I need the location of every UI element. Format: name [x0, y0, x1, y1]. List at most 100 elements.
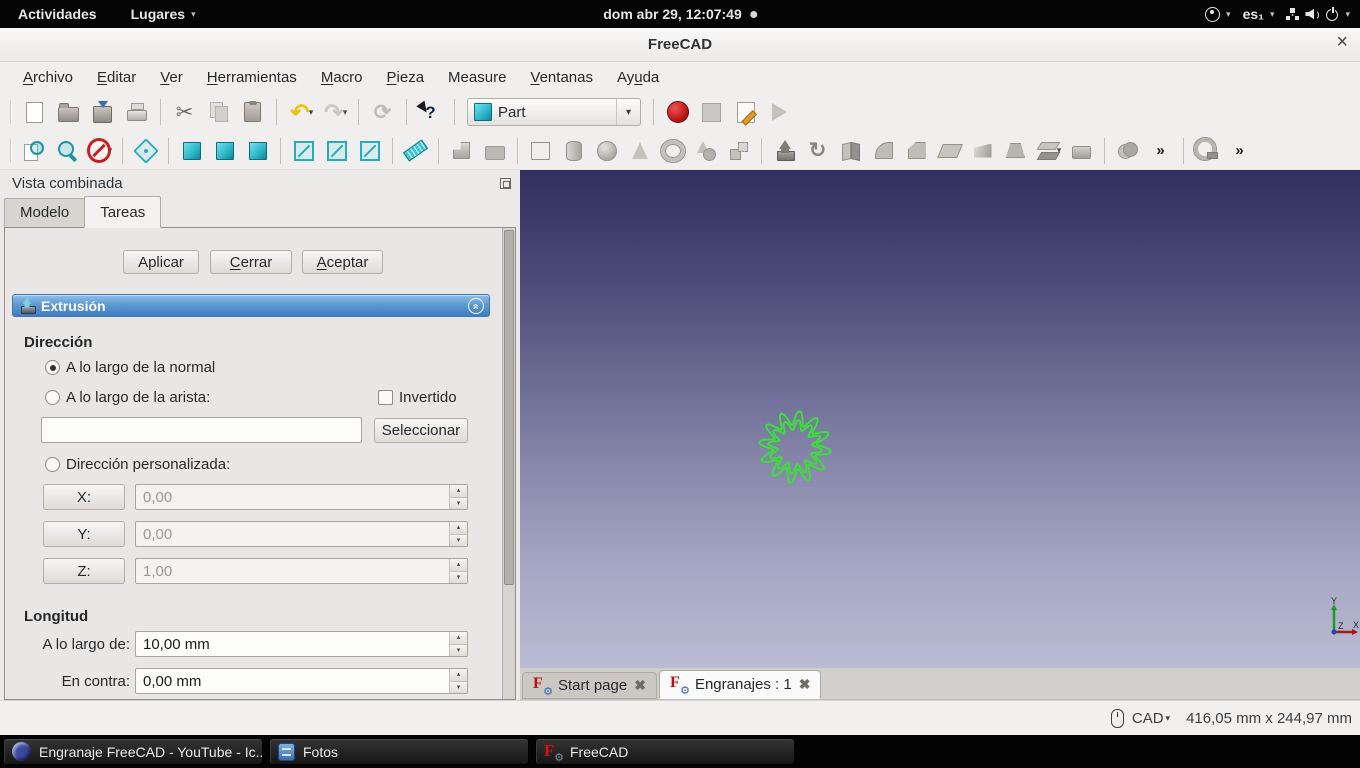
document-tab[interactable]: F ⚙ Start page ✖ — [522, 672, 657, 699]
shape-builder-button[interactable] — [723, 135, 754, 166]
part-document-button[interactable] — [446, 135, 477, 166]
taskbar-window-photos[interactable]: Fotos — [269, 738, 529, 765]
close-tab-icon[interactable]: ✖ — [799, 676, 811, 693]
part-cone-button[interactable] — [624, 135, 655, 166]
part-extrude-button[interactable] — [769, 135, 800, 166]
new-file-button[interactable] — [19, 97, 50, 128]
x-axis-button[interactable]: X: — [43, 484, 125, 510]
keyboard-layout-menu[interactable]: es₁ ▾ — [1243, 6, 1275, 22]
view-rear-button[interactable] — [288, 135, 319, 166]
scrollbar-thumb[interactable] — [504, 230, 514, 585]
draw-style-button[interactable]: ▾ — [84, 135, 115, 166]
part-thickness-button[interactable] — [1066, 135, 1097, 166]
y-spinbox[interactable]: ▴▾ — [135, 521, 468, 547]
y-spin-up-button[interactable]: ▴ — [450, 522, 467, 535]
z-value-input[interactable] — [136, 559, 449, 583]
view-bottom-button[interactable] — [321, 135, 352, 166]
copy-button[interactable] — [203, 97, 234, 128]
view-front-button[interactable] — [176, 135, 207, 166]
against-length-input[interactable] — [136, 669, 449, 693]
window-close-button[interactable]: × — [1336, 31, 1348, 54]
edge-input[interactable] — [41, 417, 362, 443]
x-value-input[interactable] — [136, 485, 449, 509]
taskbar-window-browser[interactable]: Engranaje FreeCAD - YouTube - Ic... — [3, 738, 263, 765]
z-spinbox[interactable]: ▴▾ — [135, 558, 468, 584]
select-edge-button[interactable]: Seleccionar — [374, 418, 468, 443]
part-offset-button[interactable]: ▾ — [1033, 135, 1064, 166]
zoom-box-button[interactable] — [51, 135, 82, 166]
part-fillet-button[interactable] — [868, 135, 899, 166]
part-loft-button[interactable] — [1000, 135, 1031, 166]
part-chamfer-button[interactable] — [901, 135, 932, 166]
y-value-input[interactable] — [136, 522, 449, 546]
z-spin-down-button[interactable]: ▾ — [450, 571, 467, 583]
toolbar-grip[interactable] — [10, 100, 12, 124]
clock[interactable]: dom abr 29, 12:07:49 — [603, 6, 757, 22]
workbench-selector[interactable]: Part ▾ — [467, 98, 641, 126]
view-top-button[interactable] — [209, 135, 240, 166]
fit-all-button[interactable] — [18, 135, 49, 166]
run-macro-button[interactable] — [764, 97, 795, 128]
part-make-face-button[interactable] — [934, 135, 965, 166]
collapse-section-icon[interactable]: « — [468, 298, 484, 314]
activities-button[interactable]: Actividades — [18, 6, 97, 22]
close-button[interactable]: Cerrar — [210, 250, 292, 274]
ok-button[interactable]: Aceptar — [302, 250, 383, 274]
accessibility-menu[interactable]: ▾ — [1205, 6, 1231, 22]
y-spin-down-button[interactable]: ▾ — [450, 534, 467, 546]
view-axonometric-button[interactable] — [130, 135, 161, 166]
stop-macro-button[interactable] — [696, 97, 727, 128]
along-spin-down-button[interactable]: ▾ — [450, 644, 467, 656]
close-tab-icon[interactable]: ✖ — [634, 677, 646, 694]
menu-herramientas[interactable]: Herramientas — [196, 65, 308, 90]
part-mirror-button[interactable] — [835, 135, 866, 166]
measure-tape-button[interactable] — [1191, 135, 1222, 166]
x-spin-down-button[interactable]: ▾ — [450, 497, 467, 509]
part-revolve-button[interactable]: ↻ — [802, 135, 833, 166]
tab-tareas[interactable]: Tareas — [84, 196, 162, 228]
save-file-button[interactable] — [87, 97, 118, 128]
toolbar-grip[interactable] — [10, 138, 12, 163]
x-spinbox[interactable]: ▴▾ — [135, 484, 468, 510]
part-primitives-button[interactable] — [690, 135, 721, 166]
z-spin-up-button[interactable]: ▴ — [450, 559, 467, 572]
print-button[interactable] — [121, 97, 152, 128]
inverted-checkbox[interactable] — [378, 390, 393, 405]
taskbar-window-freecad[interactable]: F ⚙ FreeCAD — [535, 738, 795, 765]
menu-macro[interactable]: Macro — [310, 65, 374, 90]
toolbar-overflow-part-button[interactable]: » — [1145, 135, 1176, 166]
along-length-spinbox[interactable]: ▴▾ — [135, 631, 468, 657]
tab-modelo[interactable]: Modelo — [4, 198, 86, 228]
3d-viewport[interactable]: Y X Z — [520, 170, 1360, 668]
gear-sketch[interactable] — [750, 402, 840, 492]
navigation-style-selector[interactable]: CAD ▾ — [1110, 708, 1170, 728]
part-cylinder-button[interactable] — [558, 135, 589, 166]
menu-ver[interactable]: Ver — [149, 65, 194, 90]
apply-button[interactable]: Aplicar — [123, 250, 199, 274]
measure-linear-button[interactable] — [400, 135, 431, 166]
document-tab[interactable]: F ⚙ Engranajes : 1 ✖ — [658, 670, 822, 699]
part-boolean-button[interactable] — [1112, 135, 1143, 166]
menu-measure[interactable]: Measure — [437, 65, 517, 90]
custom-direction-radio[interactable] — [45, 457, 60, 472]
menu-pieza[interactable]: Pieza — [376, 65, 436, 90]
float-panel-icon[interactable] — [500, 178, 511, 189]
part-torus-button[interactable] — [657, 135, 688, 166]
against-length-spinbox[interactable]: ▴▾ — [135, 668, 468, 694]
along-spin-up-button[interactable]: ▴ — [450, 632, 467, 645]
part-sphere-button[interactable] — [591, 135, 622, 166]
window-title-bar[interactable]: FreeCAD × — [0, 28, 1360, 62]
cut-button[interactable]: ✂ — [169, 97, 200, 128]
part-ruled-surface-button[interactable] — [967, 135, 998, 166]
part-box-button[interactable] — [525, 135, 556, 166]
toolbar-overflow-measure-button[interactable]: » — [1224, 135, 1255, 166]
z-axis-button[interactable]: Z: — [43, 558, 125, 584]
y-axis-button[interactable]: Y: — [43, 521, 125, 547]
against-spin-up-button[interactable]: ▴ — [450, 669, 467, 682]
against-spin-down-button[interactable]: ▾ — [450, 681, 467, 693]
redo-button[interactable]: ↷ ▾ — [319, 97, 350, 128]
along-edge-radio[interactable] — [45, 390, 60, 405]
menu-archivo[interactable]: Archivo — [12, 65, 84, 90]
open-file-button[interactable] — [53, 97, 84, 128]
view-right-button[interactable] — [242, 135, 273, 166]
